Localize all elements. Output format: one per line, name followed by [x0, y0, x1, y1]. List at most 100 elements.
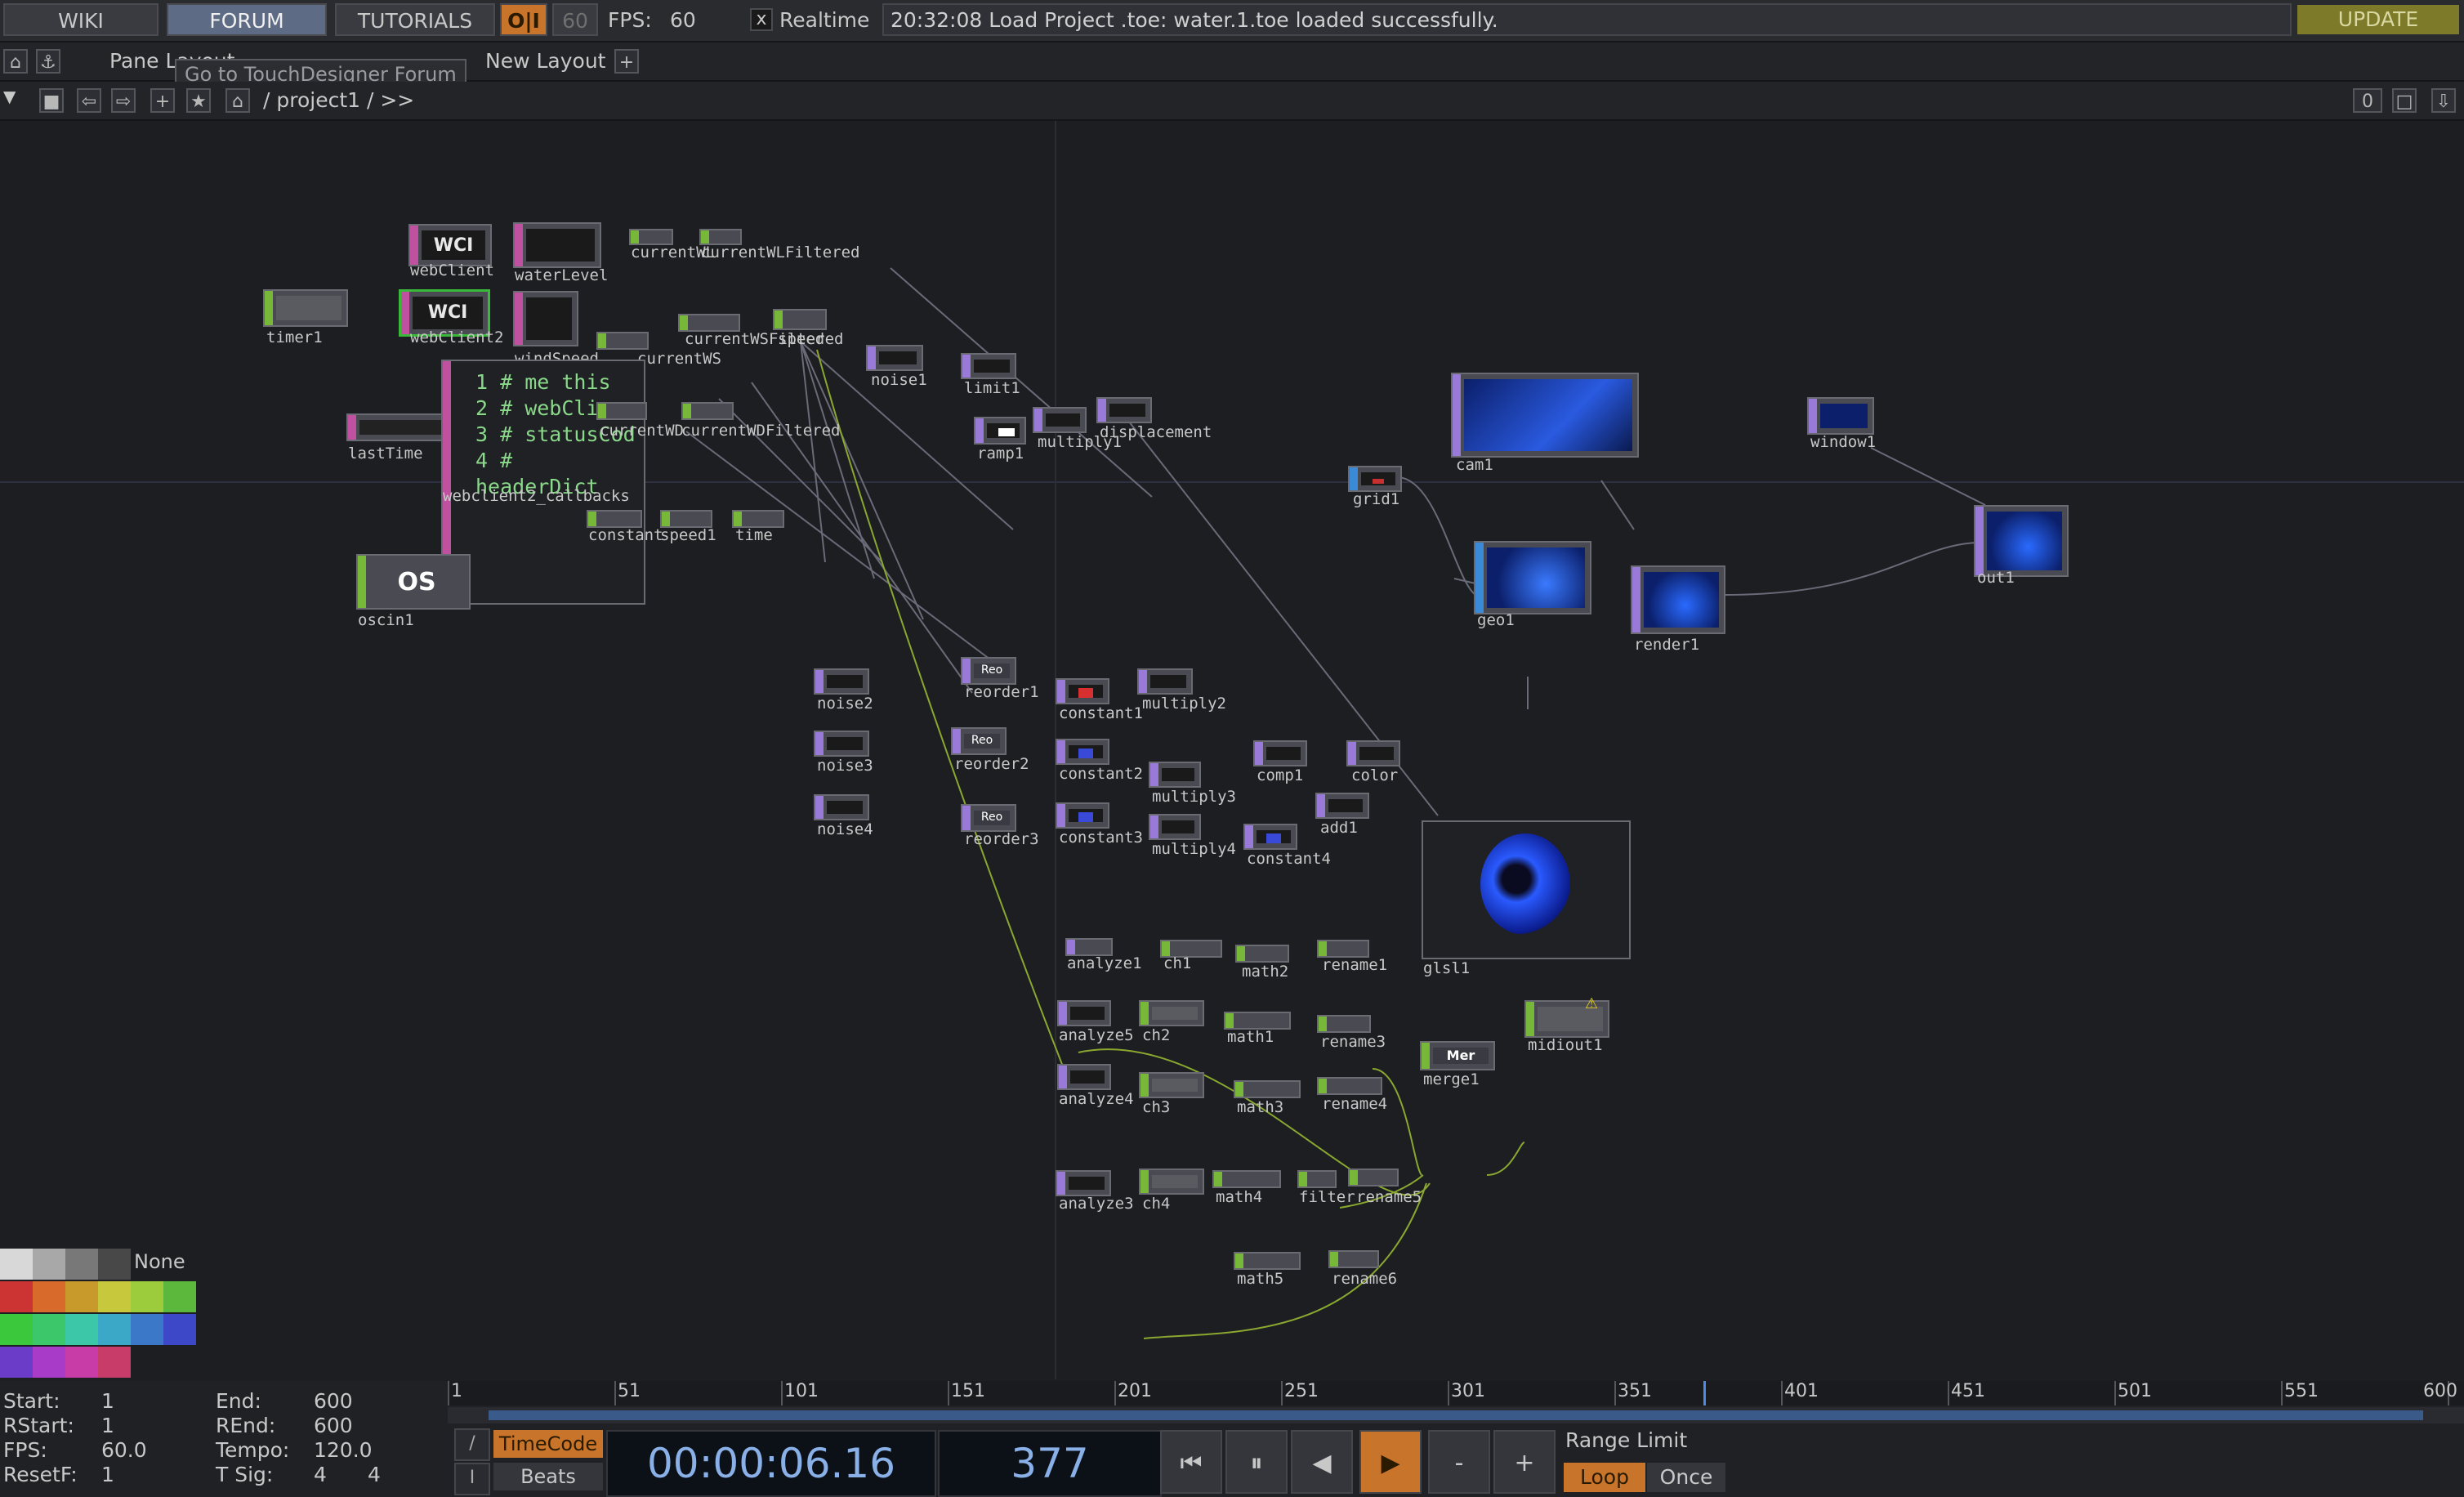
- palette-swatch[interactable]: [0, 1314, 33, 1345]
- comp1-node[interactable]: [1253, 740, 1307, 766]
- currentwsfiltered-node[interactable]: [678, 314, 740, 332]
- add-icon[interactable]: +: [150, 88, 175, 113]
- palette-swatch[interactable]: [98, 1314, 131, 1345]
- speed1-node[interactable]: [660, 510, 712, 528]
- speed-node[interactable]: [773, 309, 827, 330]
- palette-swatch[interactable]: [33, 1314, 65, 1345]
- merge1-node[interactable]: Mer: [1420, 1041, 1495, 1070]
- update-button[interactable]: UPDATE: [2297, 5, 2459, 34]
- tempo-value[interactable]: 120.0: [314, 1438, 373, 1462]
- displacement-node[interactable]: [1096, 397, 1152, 423]
- timeline-ruler[interactable]: 1 51 101 151 201 251 301 351 401 451 501 551 600: [448, 1381, 2464, 1405]
- palette-swatch[interactable]: [65, 1249, 98, 1280]
- palette-swatch[interactable]: [65, 1281, 98, 1312]
- step-forward-button[interactable]: +: [1493, 1430, 1556, 1494]
- home-icon[interactable]: ⌂: [225, 88, 250, 113]
- currentws-node[interactable]: [596, 332, 649, 350]
- time-node[interactable]: [732, 510, 784, 528]
- rename6-node[interactable]: [1328, 1250, 1379, 1268]
- tutorials-button[interactable]: TUTORIALS: [335, 3, 495, 36]
- rend-value[interactable]: 600: [314, 1414, 353, 1437]
- noise1-node[interactable]: [866, 345, 923, 371]
- constant4-node[interactable]: [1243, 824, 1297, 850]
- fps-limit-field[interactable]: 60: [552, 3, 598, 36]
- download-icon[interactable]: ⇩: [2431, 88, 2456, 113]
- color-palette[interactable]: None: [0, 1249, 196, 1379]
- tsig-numerator[interactable]: 4: [314, 1463, 327, 1486]
- color-node[interactable]: [1346, 740, 1400, 766]
- tsig-denominator[interactable]: 4: [368, 1463, 381, 1486]
- analyze3-node[interactable]: [1056, 1170, 1111, 1196]
- webclient-node[interactable]: WCI: [408, 224, 492, 266]
- start-value[interactable]: 1: [101, 1389, 114, 1413]
- play-reverse-button[interactable]: ◀: [1291, 1430, 1353, 1494]
- new-layout-button[interactable]: New Layout: [485, 49, 605, 73]
- pause-button[interactable]: ⏸: [1225, 1430, 1288, 1494]
- reorder3-node[interactable]: Reo: [961, 804, 1016, 832]
- slash-icon[interactable]: /: [454, 1428, 490, 1461]
- ch2-node[interactable]: [1139, 1000, 1204, 1026]
- analyze4-node[interactable]: [1057, 1064, 1111, 1090]
- filter-node[interactable]: [1297, 1170, 1337, 1188]
- rename5-node[interactable]: [1348, 1169, 1399, 1186]
- end-value[interactable]: 600: [314, 1389, 353, 1413]
- multiply3-node[interactable]: [1149, 762, 1201, 788]
- palette-swatch[interactable]: [0, 1249, 33, 1280]
- pane-icon[interactable]: ⌂: [3, 49, 28, 74]
- breadcrumb[interactable]: / project1 / >>: [263, 88, 414, 112]
- palette-swatch[interactable]: [131, 1314, 163, 1345]
- waterlevel-node[interactable]: [513, 222, 601, 268]
- grid1-node[interactable]: [1348, 466, 1402, 492]
- palette-swatch[interactable]: [163, 1314, 196, 1345]
- reorder2-node[interactable]: Reo: [951, 727, 1007, 755]
- once-button[interactable]: Once: [1647, 1463, 1725, 1492]
- constant2-node[interactable]: [1056, 739, 1109, 765]
- add-layout-button[interactable]: +: [614, 49, 639, 74]
- geo1-node[interactable]: [1474, 541, 1591, 614]
- palette-swatch[interactable]: [163, 1281, 196, 1312]
- resetf-value[interactable]: 1: [101, 1463, 114, 1486]
- render1-node[interactable]: [1631, 565, 1725, 634]
- maximize-icon[interactable]: □: [2392, 88, 2417, 113]
- palette-swatch[interactable]: [98, 1249, 131, 1280]
- multiply1-node[interactable]: [1033, 407, 1087, 433]
- callbacks-dat-node[interactable]: 1 # me this 2 # webCli 3 # statusCod 4 #…: [441, 360, 645, 605]
- out1-node[interactable]: [1974, 505, 2069, 577]
- forward-arrow-icon[interactable]: ⇨: [111, 88, 136, 113]
- fps-info-value[interactable]: 60.0: [101, 1438, 147, 1462]
- palette-swatch[interactable]: [98, 1281, 131, 1312]
- chevron-down-icon[interactable]: ▼: [3, 87, 16, 106]
- constant1-node[interactable]: [1056, 678, 1109, 704]
- ch4-node[interactable]: [1139, 1169, 1204, 1195]
- noise4-node[interactable]: [814, 794, 869, 820]
- noise3-node[interactable]: [814, 731, 869, 757]
- palette-swatch[interactable]: [98, 1347, 131, 1378]
- rename4-node[interactable]: [1317, 1077, 1382, 1095]
- frame-display[interactable]: 377: [938, 1430, 1162, 1497]
- add1-node[interactable]: [1315, 793, 1369, 819]
- multiply2-node[interactable]: [1137, 668, 1193, 695]
- oscin1-node[interactable]: OS: [356, 554, 471, 610]
- play-forward-button[interactable]: ▶: [1359, 1430, 1422, 1494]
- step-back-button[interactable]: -: [1428, 1430, 1490, 1494]
- analyze5-node[interactable]: [1057, 1000, 1111, 1026]
- timecode-button[interactable]: TimeCode: [493, 1430, 603, 1458]
- window1-node[interactable]: [1807, 397, 1874, 435]
- stop-icon[interactable]: ■: [39, 88, 64, 113]
- ch3-node[interactable]: [1139, 1072, 1204, 1098]
- cam1-node[interactable]: [1451, 373, 1639, 458]
- glsl1-node[interactable]: [1422, 820, 1631, 959]
- ramp1-node[interactable]: [974, 417, 1026, 445]
- network-editor[interactable]: WCI webClient waterLevel currentWL curre…: [0, 121, 2464, 1379]
- star-icon[interactable]: ★: [186, 88, 211, 113]
- rewind-button[interactable]: ⏮: [1160, 1430, 1222, 1494]
- limit1-node[interactable]: [961, 353, 1016, 379]
- perform-toggle-button[interactable]: O|I: [500, 3, 547, 36]
- currentwlfiltered-node[interactable]: [699, 229, 742, 245]
- timecode-display[interactable]: 00:00:06.16: [606, 1430, 936, 1497]
- math5-node[interactable]: [1234, 1252, 1301, 1270]
- reorder1-node[interactable]: Reo: [961, 657, 1016, 685]
- beats-button[interactable]: Beats: [493, 1463, 603, 1490]
- palette-swatch[interactable]: [33, 1281, 65, 1312]
- forum-button[interactable]: FORUM: [167, 3, 327, 36]
